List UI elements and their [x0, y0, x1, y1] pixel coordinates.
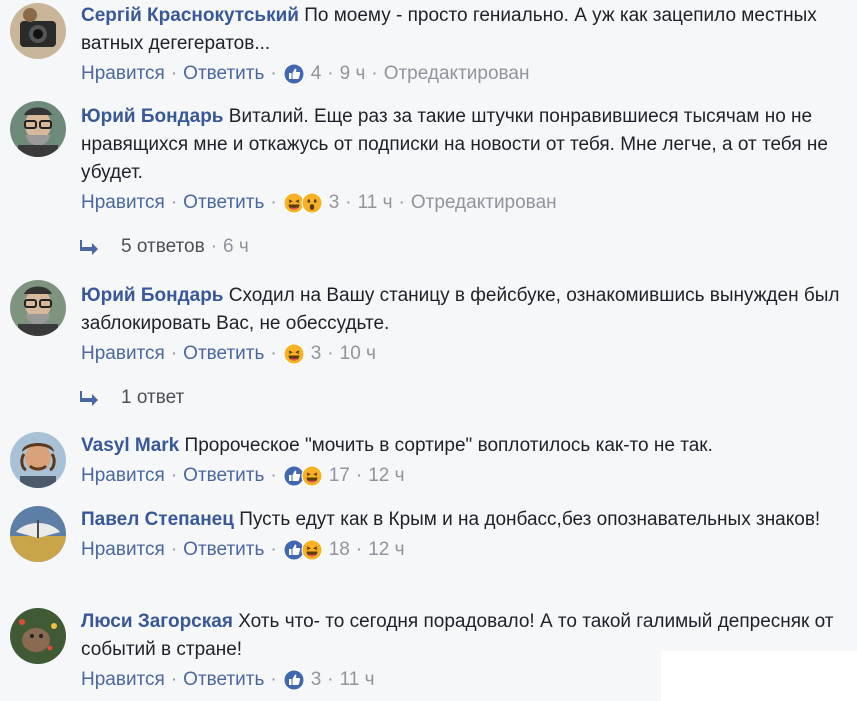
haha-icon — [301, 539, 323, 561]
edited-label[interactable]: Отредактирован — [384, 61, 530, 87]
like-button[interactable]: Нравится — [81, 667, 165, 693]
timestamp[interactable]: 9 ч — [340, 61, 366, 87]
comment-author[interactable]: Vasyl Mark — [81, 435, 179, 456]
separator: · — [170, 63, 178, 84]
reaction-count: 3 — [310, 343, 322, 364]
replies-count-link[interactable]: 5 ответов — [121, 236, 205, 258]
comment-text: Vasyl Mark Пророческое "мочить в сортире… — [81, 432, 841, 460]
reply-button[interactable]: Ответить — [183, 61, 264, 87]
comment-body: Пусть едут как в Крым и на донбасс,без о… — [239, 509, 821, 530]
avatar[interactable] — [10, 506, 66, 562]
like-icon — [283, 63, 305, 85]
comment-actions: Нравится · Ответить · 4 · 9 ч · Отредактиров… — [81, 61, 841, 87]
separator: · — [270, 63, 277, 84]
separator: · — [270, 465, 277, 486]
comment-body: Пророческое "мочить в сортире" воплотило… — [184, 435, 713, 456]
blank-area — [661, 651, 857, 701]
comment-actions: Нравится · Ответить · 3 · 10 ч — [81, 341, 841, 367]
separator: · — [170, 465, 178, 486]
reply-button[interactable]: Ответить — [183, 537, 264, 563]
avatar[interactable] — [10, 608, 66, 664]
like-icon — [283, 669, 305, 691]
reactions[interactable] — [283, 539, 323, 561]
separator: · — [371, 63, 378, 84]
comment-author[interactable]: Сергій Краснокутський — [81, 5, 299, 26]
reactions[interactable] — [283, 465, 323, 487]
reaction-count: 4 — [310, 63, 322, 84]
separator: · — [398, 192, 405, 213]
avatar[interactable] — [10, 3, 66, 59]
reply-arrow-icon — [80, 391, 98, 406]
separator: · — [270, 343, 277, 364]
reaction-count: 3 — [328, 192, 340, 213]
reply-button[interactable]: Ответить — [183, 341, 264, 367]
timestamp[interactable]: 12 ч — [368, 463, 404, 489]
comment-text: Юрий Бондарь Сходил на Вашу станицу в фе… — [81, 282, 841, 338]
separator: · — [270, 192, 277, 213]
separator: · — [355, 539, 363, 560]
reactions[interactable] — [283, 192, 323, 214]
reply-arrow-icon — [80, 240, 98, 255]
comment-text: Павел Степанец Пусть едут как в Крым и н… — [81, 506, 841, 534]
haha-icon — [283, 343, 305, 365]
timestamp[interactable]: 12 ч — [368, 537, 404, 563]
timestamp[interactable]: 11 ч — [340, 667, 375, 693]
separator: · — [345, 192, 352, 213]
reply-button[interactable]: Ответить — [183, 667, 264, 693]
like-button[interactable]: Нравится — [81, 341, 165, 367]
separator: · — [327, 669, 334, 690]
view-replies[interactable]: 5 ответов · 6 ч — [79, 234, 249, 260]
separator: · — [170, 343, 178, 364]
reactions[interactable] — [283, 343, 305, 365]
avatar[interactable] — [10, 280, 66, 336]
avatar[interactable] — [10, 101, 66, 157]
haha-icon — [301, 465, 323, 487]
comment-text: Сергій Краснокутський По моему - просто … — [81, 2, 841, 58]
separator: · — [270, 539, 277, 560]
timestamp[interactable]: 10 ч — [340, 341, 376, 367]
separator: · — [270, 669, 277, 690]
like-button[interactable]: Нравится — [81, 537, 165, 563]
separator: · — [327, 343, 334, 364]
comment-actions: Нравится · Ответить · 3 · 11 ч · Отредактиро… — [81, 190, 841, 216]
comment-author[interactable]: Юрий Бондарь — [81, 106, 224, 127]
separator: · — [210, 236, 217, 257]
edited-label[interactable]: Отредактирован — [411, 190, 557, 216]
separator: · — [170, 669, 178, 690]
like-button[interactable]: Нравится — [81, 463, 165, 489]
separator: · — [170, 539, 178, 560]
separator: · — [170, 192, 178, 213]
like-button[interactable]: Нравится — [81, 190, 165, 216]
reactions[interactable] — [283, 669, 305, 691]
comment-actions: Нравится · Ответить · 18 · 12 ч — [81, 537, 841, 563]
comment-author[interactable]: Павел Степанец — [81, 509, 234, 530]
wow-icon — [301, 192, 323, 214]
avatar[interactable] — [10, 432, 66, 488]
reply-button[interactable]: Ответить — [183, 190, 264, 216]
comment-author[interactable]: Люси Загорская — [81, 611, 233, 632]
timestamp[interactable]: 11 ч — [358, 190, 393, 216]
comment-actions: Нравится · Ответить · 17 · 12 ч — [81, 463, 841, 489]
comment-text: Юрий Бондарь Виталий. Еще раз за такие ш… — [81, 103, 841, 187]
replies-timestamp: 6 ч — [223, 236, 249, 257]
like-button[interactable]: Нравится — [81, 61, 165, 87]
reaction-count: 3 — [310, 669, 322, 690]
reply-button[interactable]: Ответить — [183, 463, 264, 489]
view-replies[interactable]: 1 ответ — [79, 385, 184, 411]
separator: · — [327, 63, 334, 84]
separator: · — [355, 465, 363, 486]
reactions[interactable] — [283, 63, 305, 85]
replies-count-link[interactable]: 1 ответ — [121, 387, 184, 409]
reaction-count: 17 — [328, 465, 350, 486]
comment-author[interactable]: Юрий Бондарь — [81, 285, 224, 306]
reaction-count: 18 — [328, 539, 350, 560]
